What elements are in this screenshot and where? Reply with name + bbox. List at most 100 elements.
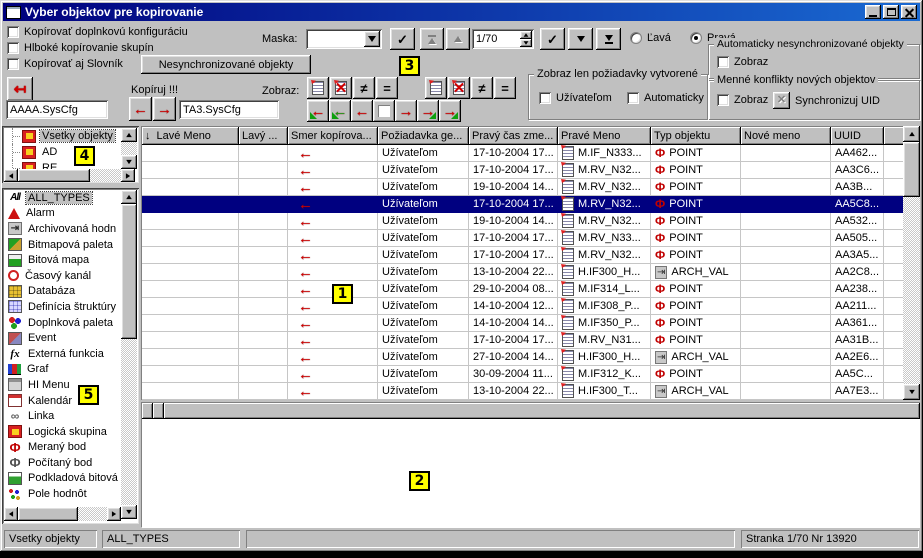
object-type-item[interactable]: ФPočítaný bod — [4, 455, 121, 471]
direction-right-synced-button[interactable]: → — [439, 100, 461, 122]
scroll-right-button[interactable] — [107, 507, 121, 521]
table-vertical-scrollbar[interactable] — [903, 126, 920, 400]
object-type-item[interactable]: Logická skupina — [4, 424, 121, 440]
object-type-item[interactable]: HI Menu — [4, 377, 121, 393]
filter2-equal-button[interactable]: = — [494, 77, 516, 99]
nesynchronized-objects-button[interactable]: Nesynchronizované objekty — [141, 55, 311, 74]
scroll-track[interactable] — [121, 204, 137, 505]
object-type-item[interactable]: ∞Linka — [4, 408, 121, 424]
scroll-up-button[interactable] — [121, 128, 137, 142]
tree-horizontal-scrollbar[interactable] — [4, 169, 137, 182]
scroll-track[interactable] — [18, 507, 107, 521]
object-type-item[interactable]: Pole hodnôt — [4, 486, 121, 502]
checkbox-requests-auto[interactable]: Automaticky — [627, 92, 704, 104]
column-header[interactable]: Pravý čas zme... — [469, 127, 558, 145]
object-type-item[interactable]: Event — [4, 330, 121, 346]
object-type-item[interactable]: Kalendár — [4, 393, 121, 409]
checkbox-copy-dictionary[interactable]: Kopírovať aj Slovník — [7, 58, 123, 70]
filter2-deleted-documents-button[interactable]: ✕ — [448, 77, 470, 99]
mask-combobox[interactable] — [306, 29, 382, 49]
object-type-item[interactable]: Bitmapová paleta — [4, 237, 121, 253]
scroll-left-button[interactable] — [4, 169, 18, 182]
scroll-left-button[interactable] — [4, 507, 18, 521]
scroll-track[interactable] — [121, 142, 137, 155]
table-row[interactable]: ←Užívateľom17-10-2004 17...M.RV_N32...ФP… — [142, 247, 903, 264]
object-type-item[interactable]: Definícia štruktúry — [4, 299, 121, 315]
left-config-field[interactable]: AAAA.SysCfg — [6, 100, 108, 119]
detail-header-cell[interactable] — [142, 403, 153, 419]
object-type-item[interactable]: Doplnková paleta — [4, 315, 121, 331]
column-header[interactable]: UUID — [831, 127, 884, 145]
column-header[interactable]: Nové meno — [741, 127, 831, 145]
table-row[interactable]: ←Užívateľom27-10-2004 14...H.IF300_H...⇥… — [142, 349, 903, 366]
object-type-item[interactable]: ФMeraný bod — [4, 440, 121, 456]
scroll-thumb[interactable] — [903, 142, 920, 197]
column-header[interactable]: ↓Lavé Meno — [142, 127, 239, 145]
radio-left-side[interactable]: Ľavá — [630, 32, 671, 44]
spin-up-button[interactable] — [520, 31, 532, 39]
scroll-thumb[interactable] — [121, 204, 137, 339]
table-row[interactable]: ←Užívateľom17-10-2004 17...M.RV_N33...ФP… — [142, 230, 903, 247]
scroll-thumb[interactable] — [18, 507, 78, 521]
back-copy-button[interactable]: ↤ — [7, 77, 33, 101]
detail-panel-body[interactable] — [142, 419, 920, 528]
table-row[interactable]: ←Užívateľom17-10-2004 17...M.IF_N333...Ф… — [142, 145, 903, 162]
direction-right-new-button[interactable]: → — [417, 100, 439, 122]
table-row[interactable]: ←Užívateľom14-10-2004 14...M.IF350_P...Ф… — [142, 315, 903, 332]
tree-item[interactable]: AD — [4, 144, 121, 160]
spin-down-button[interactable] — [520, 39, 532, 47]
scroll-thumb[interactable] — [18, 169, 90, 182]
filter-deleted-documents-button[interactable]: ✕ — [330, 77, 352, 99]
close-button[interactable] — [901, 5, 917, 19]
direction-none-button[interactable] — [373, 100, 395, 122]
scroll-up-button[interactable] — [121, 190, 137, 204]
object-type-item[interactable]: Bitová mapa — [4, 252, 121, 268]
filter-documents-button[interactable] — [307, 77, 329, 99]
right-config-field[interactable]: TA3.SysCfg — [179, 100, 279, 119]
column-header[interactable]: Smer kopírova... — [288, 127, 378, 145]
filter2-not-equal-button[interactable]: ≠ — [471, 77, 493, 99]
last-page-button[interactable] — [596, 28, 621, 50]
table-row[interactable]: ←Užívateľom17-10-2004 17...M.RV_N31...ФP… — [142, 332, 903, 349]
object-type-item[interactable]: fxExterná funkcia — [4, 346, 121, 362]
copy-to-right-button[interactable]: → — [153, 97, 176, 121]
direction-left-button[interactable]: ← — [351, 100, 373, 122]
previous-page-button[interactable] — [446, 28, 470, 50]
scroll-track[interactable] — [903, 142, 920, 384]
table-row[interactable]: ←Užívateľom13-10-2004 22...H.IF300_H...⇥… — [142, 264, 903, 281]
scroll-down-button[interactable] — [903, 384, 920, 400]
checkbox-conflicts-zobraz[interactable]: Zobraz — [717, 94, 768, 106]
table-row[interactable]: ←Užívateľom14-10-2004 12...M.IF308_P...Ф… — [142, 298, 903, 315]
object-type-item[interactable]: Databáza — [4, 284, 121, 300]
checkbox-deep-group-copy[interactable]: Hlboké kopírovanie skupín — [7, 42, 154, 54]
column-header[interactable]: Pravé Meno — [558, 127, 651, 145]
direction-left-synced-button[interactable]: ← — [307, 100, 329, 122]
direction-left-new-button[interactable]: ← — [329, 100, 351, 122]
column-header[interactable]: Požiadavka ge... — [378, 127, 469, 145]
table-row[interactable]: ←Užívateľom17-10-2004 17...M.RV_N32...ФP… — [142, 162, 903, 179]
group-tree[interactable]: Vsetky objektyADRE — [4, 128, 121, 169]
object-type-item[interactable]: AllALL_TYPES — [4, 190, 121, 206]
scroll-down-button[interactable] — [121, 505, 137, 519]
detail-header-cell[interactable] — [164, 403, 920, 419]
tree-item[interactable]: RE — [4, 160, 121, 169]
checkbox-auto-nesync-zobraz[interactable]: Zobraz — [717, 56, 768, 68]
checkbox-requests-user[interactable]: Užívateľom — [539, 92, 612, 104]
confirm-page-button[interactable]: ✓ — [540, 28, 565, 50]
minimize-button[interactable] — [865, 5, 881, 19]
object-type-item[interactable]: ⇥Archivovaná hodn — [4, 221, 121, 237]
maximize-button[interactable] — [883, 5, 899, 19]
filter-equal-button[interactable]: = — [376, 77, 398, 99]
detail-header-cell[interactable] — [153, 403, 164, 419]
page-spinner[interactable]: 1/70 — [472, 29, 534, 49]
scroll-right-button[interactable] — [121, 169, 135, 182]
table-row[interactable]: ←Užívateľom19-10-2004 14...M.RV_N32...ФP… — [142, 179, 903, 196]
direction-right-button[interactable]: → — [395, 100, 417, 122]
table-row[interactable]: ←Užívateľom30-09-2004 11...M.IF312_K...Ф… — [142, 366, 903, 383]
mask-dropdown-button[interactable] — [364, 31, 380, 47]
scroll-down-button[interactable] — [121, 155, 137, 169]
object-type-item[interactable]: Graf — [4, 362, 121, 378]
first-page-button[interactable] — [420, 28, 444, 50]
sync-uid-icon-button[interactable]: ✕ — [773, 92, 790, 109]
scroll-track[interactable] — [18, 169, 121, 182]
